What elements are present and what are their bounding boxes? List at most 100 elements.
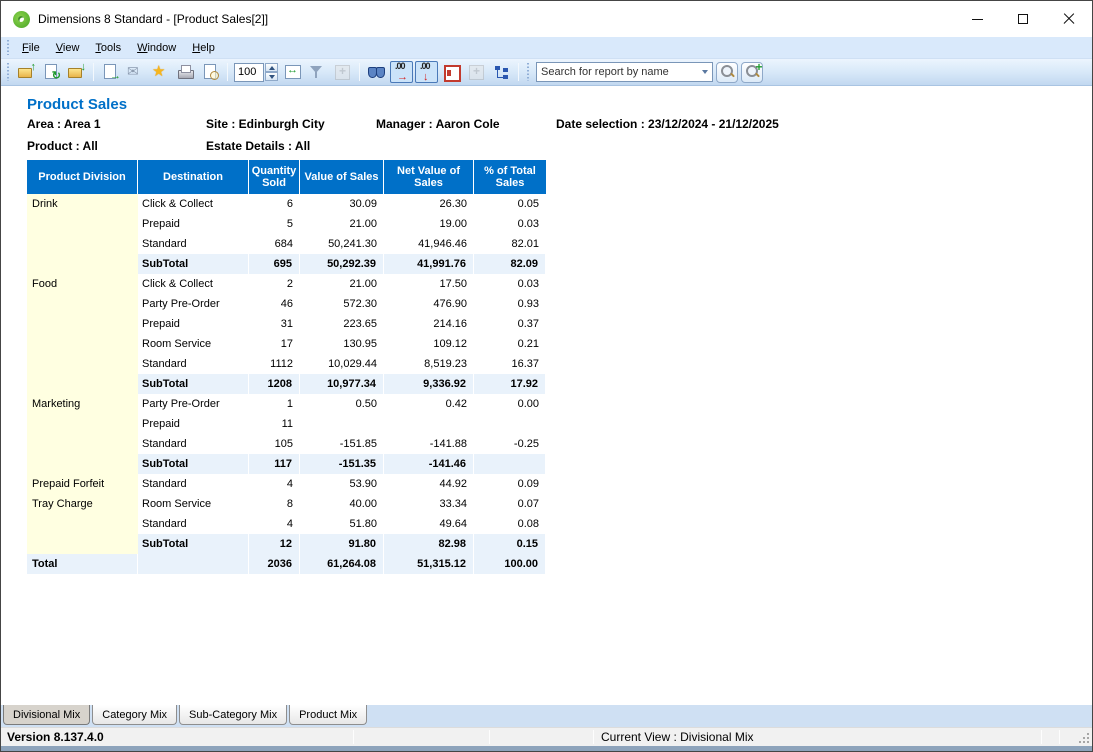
resize-grip[interactable] (1079, 733, 1089, 743)
cell-quantity-sold: 1112 (249, 354, 300, 374)
window-bottom-edge (1, 746, 1092, 751)
menu-window[interactable]: Window (129, 39, 184, 57)
search-button[interactable] (716, 62, 738, 83)
cell-division (27, 414, 138, 434)
search-icon (719, 64, 736, 80)
cell-net-value-of-sales: -141.46 (384, 454, 474, 474)
print-button[interactable] (174, 61, 197, 83)
star-icon (152, 64, 169, 80)
toolbar-grip[interactable] (6, 63, 11, 81)
cell-destination: SubTotal (138, 454, 249, 474)
tab-divisional-mix[interactable]: Divisional Mix (3, 705, 90, 725)
cell-value-of-sales: 223.65 (300, 314, 384, 334)
binoculars-icon (368, 64, 385, 80)
search-dropdown-button[interactable] (697, 63, 712, 81)
cell-value-of-sales: 40.00 (300, 494, 384, 514)
filter-estate-details: Estate Details : All (206, 139, 376, 153)
report-area: Product Sales Area : Area 1 Site : Edinb… (1, 86, 1092, 704)
decimal-increase-button[interactable] (390, 61, 413, 83)
cell-division (27, 454, 138, 474)
cell-pct-of-total-sales: 0.07 (474, 494, 546, 514)
cell-division (27, 294, 138, 314)
report-filters-row2: Product : All Estate Details : All (27, 139, 376, 153)
cell-quantity-sold: 46 (249, 294, 300, 314)
cell-quantity-sold: 11 (249, 414, 300, 434)
zoom-up-button[interactable] (265, 63, 278, 72)
zoom-level-input[interactable] (234, 63, 264, 82)
toolbar-separator (93, 63, 94, 81)
maximize-button[interactable] (1000, 1, 1046, 37)
current-view-label: Current View : Divisional Mix (601, 730, 754, 744)
export-button[interactable] (99, 61, 122, 83)
print-preview-icon (202, 64, 219, 80)
menu-view[interactable]: View (48, 39, 88, 57)
email-icon (127, 64, 144, 80)
table-row: Standard68450,241.3041,946.4682.01 (27, 234, 546, 254)
add-window-icon (334, 64, 351, 80)
version-label: Version 8.137.4.0 (7, 730, 104, 744)
email-button[interactable] (124, 61, 147, 83)
save-report-button[interactable] (65, 61, 88, 83)
zoom-down-button[interactable] (265, 72, 278, 81)
menu-tools[interactable]: Tools (87, 39, 129, 57)
toolbar-separator (359, 63, 360, 81)
menu-grip[interactable] (6, 40, 11, 55)
table-row: Standard451.8049.640.08 (27, 514, 546, 534)
cell-destination: SubTotal (138, 254, 249, 274)
cell-net-value-of-sales: 19.00 (384, 214, 474, 234)
zoom-control (234, 63, 278, 82)
cell-destination (138, 554, 249, 574)
table-row: Standard111210,029.448,519.2316.37 (27, 354, 546, 374)
menu-file[interactable]: File (14, 39, 48, 57)
filter-button[interactable] (306, 61, 329, 83)
tab-product-mix[interactable]: Product Mix (289, 705, 367, 725)
favourite-button[interactable] (149, 61, 172, 83)
print-preview-button[interactable] (199, 61, 222, 83)
cell-net-value-of-sales: 109.12 (384, 334, 474, 354)
cell-value-of-sales: 130.95 (300, 334, 384, 354)
table-row: Standard105-151.85-141.88-0.25 (27, 434, 546, 454)
cell-value-of-sales: 50,292.39 (300, 254, 384, 274)
cell-net-value-of-sales: 17.50 (384, 274, 474, 294)
search-grip[interactable] (526, 63, 531, 81)
tab-sub-category-mix[interactable]: Sub-Category Mix (179, 705, 287, 725)
cell-destination: Room Service (138, 334, 249, 354)
open-report-button[interactable] (15, 61, 38, 83)
minimize-icon (972, 19, 983, 20)
cell-net-value-of-sales: 82.98 (384, 534, 474, 554)
status-bar: Version 8.137.4.0 Current View : Divisio… (1, 727, 1092, 746)
cell-pct-of-total-sales: 17.92 (474, 374, 546, 394)
cell-division (27, 434, 138, 454)
cell-value-of-sales: -151.85 (300, 434, 384, 454)
cell-division (27, 214, 138, 234)
cell-pct-of-total-sales: 0.05 (474, 194, 546, 214)
tab-category-mix[interactable]: Category Mix (92, 705, 177, 725)
close-button[interactable] (1046, 1, 1092, 37)
advanced-search-button[interactable]: + (741, 62, 763, 83)
column-header-net-value-of-sales: Net Value of Sales (384, 160, 474, 194)
cell-quantity-sold: 5 (249, 214, 300, 234)
cell-destination: Prepaid (138, 214, 249, 234)
column-header-of-total-sales: % of Total Sales (474, 160, 546, 194)
menu-help[interactable]: Help (184, 39, 223, 57)
statusbar-divider (593, 730, 594, 744)
cell-net-value-of-sales: 41,991.76 (384, 254, 474, 274)
cell-value-of-sales: 61,264.08 (300, 554, 384, 574)
decimal-decrease-button[interactable] (415, 61, 438, 83)
chart-view-button[interactable] (440, 61, 463, 83)
fit-width-button[interactable] (281, 61, 304, 83)
report-search-combo (536, 62, 713, 82)
report-filters-row1: Area : Area 1 Site : Edinburgh City Mana… (27, 117, 779, 131)
minimize-button[interactable] (954, 1, 1000, 37)
cell-pct-of-total-sales: 0.03 (474, 214, 546, 234)
tree-view-button[interactable] (490, 61, 513, 83)
cell-pct-of-total-sales: 0.37 (474, 314, 546, 334)
table-row: MarketingParty Pre-Order10.500.420.00 (27, 394, 546, 414)
search-input[interactable] (537, 63, 697, 81)
refresh-button[interactable] (40, 61, 63, 83)
cell-value-of-sales (300, 414, 384, 434)
cell-value-of-sales: 53.90 (300, 474, 384, 494)
cell-destination: Standard (138, 354, 249, 374)
filter-manager: Manager : Aaron Cole (376, 117, 556, 131)
find-button[interactable] (365, 61, 388, 83)
